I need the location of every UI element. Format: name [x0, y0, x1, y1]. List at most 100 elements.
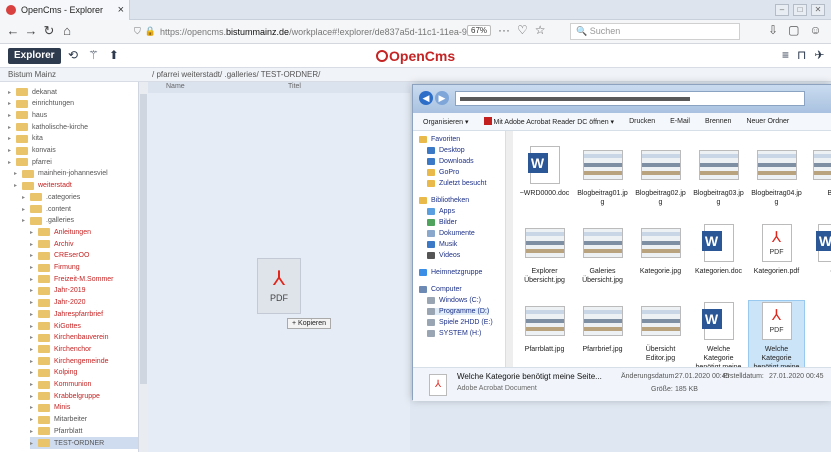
windows-explorer-window[interactable]: ◀ ▶ Organisieren ▾ Mit Adobe Acrobat Read… [412, 84, 831, 401]
file-item[interactable]: Blo [805, 145, 831, 198]
explorer-address-field[interactable] [455, 91, 805, 106]
nav-homegroup[interactable]: Heimnetzgruppe [419, 269, 482, 276]
wand-icon[interactable]: ⚚ [88, 48, 99, 62]
site-select[interactable]: Bistum Mainz [8, 70, 148, 79]
close-window-icon[interactable]: ✕ [811, 4, 825, 16]
nav-library-item[interactable]: Musik [427, 241, 457, 248]
expand-arrow-icon[interactable]: ▸ [30, 346, 38, 353]
nav-library-item[interactable]: Apps [427, 208, 455, 215]
expand-arrow-icon[interactable]: ▸ [30, 252, 38, 259]
expand-arrow-icon[interactable]: ▸ [14, 170, 22, 177]
file-item[interactable]: Galeries Übersicht.jpg [575, 223, 630, 285]
expand-arrow-icon[interactable]: ▸ [30, 276, 38, 283]
tree-item[interactable]: ▸ Kirchenchor [30, 343, 138, 355]
download-icon[interactable]: ⇩ [768, 23, 778, 37]
explorer-forward-icon[interactable]: ▶ [435, 91, 449, 105]
tree-item[interactable]: ▸ Jahr-2020 [30, 297, 138, 309]
file-item[interactable]: Übersicht Editor.jpg [633, 301, 688, 363]
file-item[interactable]: Kategorie.jpg [633, 223, 688, 276]
expand-arrow-icon[interactable]: ▸ [8, 159, 16, 166]
file-item[interactable]: ⅄ PDF Welche Kategorie benötigt meine [748, 300, 805, 367]
toolbar-item[interactable]: Neuer Ordner [746, 118, 789, 125]
expand-arrow-icon[interactable]: ▸ [8, 135, 16, 142]
nav-favorite-item[interactable]: Zuletzt besucht [427, 180, 486, 187]
expand-arrow-icon[interactable]: ▸ [30, 404, 38, 411]
tree-item[interactable]: ▸ Kirchengemeinde [30, 355, 138, 367]
tree-item[interactable]: ▸ katholische-kirche [8, 121, 138, 133]
reload-icon[interactable]: ↻ [40, 23, 58, 39]
nav-library-item[interactable]: Dokumente [427, 230, 475, 237]
tree-item[interactable]: ▸ CREserOO [30, 250, 138, 262]
toolbar-item[interactable]: E-Mail [670, 118, 690, 125]
tree-item[interactable]: ▸ Krabbelgruppe [30, 390, 138, 402]
container-icon[interactable]: ▢ [788, 23, 799, 37]
tree-scrollbar[interactable] [138, 82, 148, 452]
file-item[interactable]: ⅄ PDF Kategorien.pdf [749, 223, 804, 276]
tree-item[interactable]: ▸ weiterstadt [14, 180, 138, 192]
explorer-app-button[interactable]: Explorer [8, 48, 61, 64]
expand-arrow-icon[interactable]: ▸ [30, 334, 38, 341]
tree-item[interactable]: ▸ .content [22, 203, 138, 215]
expand-arrow-icon[interactable]: ▸ [30, 381, 38, 388]
nav-drive[interactable]: Programme (D:) [427, 308, 490, 315]
nav-favorite-item[interactable]: GoPro [427, 169, 459, 176]
tree-scrollbar-thumb[interactable] [140, 94, 147, 384]
tree-item[interactable]: ▸ Freizeit-M.Sommer [30, 273, 138, 285]
tree-item[interactable]: ▸ Minis [30, 402, 138, 414]
minimize-icon[interactable]: – [775, 4, 789, 16]
tree-item[interactable]: ▸ Mitarbeiter [30, 414, 138, 426]
toolbar-item[interactable]: Brennen [705, 118, 731, 125]
toolbar-item[interactable]: Mit Adobe Acrobat Reader DC öffnen ▾ [483, 117, 614, 126]
tree-item[interactable]: ▸ Jahrespfarrbrief [30, 308, 138, 320]
browser-tab[interactable]: OpenCms - Explorer × [0, 0, 130, 20]
nav-favorite-item[interactable]: Downloads [427, 158, 474, 165]
tree-item[interactable]: ▸ Kirchenbauverein [30, 332, 138, 344]
tree-item[interactable]: ▸ konvais [8, 145, 138, 157]
file-item[interactable]: Blogbeitrag03.jp g [691, 145, 746, 207]
expand-arrow-icon[interactable]: ▸ [30, 428, 38, 435]
file-item[interactable]: Blogbeitrag01.jp g [575, 145, 630, 207]
page-actions-icon[interactable]: ··· [498, 23, 510, 37]
expand-arrow-icon[interactable]: ▸ [8, 124, 16, 131]
expand-arrow-icon[interactable]: ▸ [30, 299, 38, 306]
pocket-icon[interactable]: ♡ [517, 23, 528, 37]
expand-arrow-icon[interactable]: ▸ [8, 100, 16, 107]
file-item[interactable]: Blogbeitrag04.jp g [749, 145, 804, 207]
tree-item[interactable]: ▸ pfarrei [8, 156, 138, 168]
file-item[interactable]: Pfarrbrief.jpg [575, 301, 630, 354]
nav-library-item[interactable]: Bilder [427, 219, 457, 226]
tab-close-button[interactable]: × [118, 4, 124, 16]
file-item[interactable]: W Welche Kategorie benötigt meine [691, 301, 746, 367]
expand-arrow-icon[interactable]: ▸ [30, 323, 38, 330]
tree-item[interactable]: ▸ kita [8, 133, 138, 145]
home-icon[interactable]: ⌂ [58, 23, 76, 38]
expand-arrow-icon[interactable]: ▸ [30, 229, 38, 236]
file-item[interactable]: W ~WRD0000.doc [517, 145, 572, 198]
expand-arrow-icon[interactable]: ▸ [8, 147, 16, 154]
nav-drive[interactable]: Spiele 2HDD (E:) [427, 319, 493, 326]
toolbar-item[interactable]: Organisieren ▾ [423, 118, 469, 126]
nav-pane-scrollbar[interactable] [505, 131, 513, 367]
explorer-back-icon[interactable]: ◀ [419, 91, 433, 105]
tree-item[interactable]: ▸ mainhein-johannesviel [14, 168, 138, 180]
bookmark-icon[interactable]: ⊓ [797, 48, 806, 62]
tree-item[interactable]: ▸ Archiv [30, 238, 138, 250]
toolbar-item[interactable]: Drucken [629, 118, 655, 125]
zoom-level[interactable]: 67% [467, 25, 492, 36]
file-item[interactable]: Blogbeitrag02.jp g [633, 145, 688, 207]
forward-icon[interactable]: → [22, 23, 40, 38]
tree-item[interactable]: ▸ dekanat [8, 86, 138, 98]
expand-arrow-icon[interactable]: ▸ [22, 206, 30, 213]
maximize-icon[interactable]: □ [793, 4, 807, 16]
tree-item[interactable]: ▸ Firmung [30, 262, 138, 274]
expand-arrow-icon[interactable]: ▸ [14, 182, 22, 189]
path-field[interactable]: / pfarrei weiterstadt/ .galleries/ TEST-… [152, 70, 320, 79]
nav-favorite-item[interactable]: Desktop [427, 147, 465, 154]
expand-arrow-icon[interactable]: ▸ [30, 311, 38, 318]
column-title[interactable]: Titel [288, 83, 301, 90]
nav-computer[interactable]: Computer [419, 286, 462, 293]
expand-arrow-icon[interactable]: ▸ [8, 112, 16, 119]
file-item[interactable]: Pfarrblatt.jpg [517, 301, 572, 354]
search-input[interactable]: 🔍 Suchen [570, 23, 740, 40]
expand-arrow-icon[interactable]: ▸ [8, 89, 16, 96]
